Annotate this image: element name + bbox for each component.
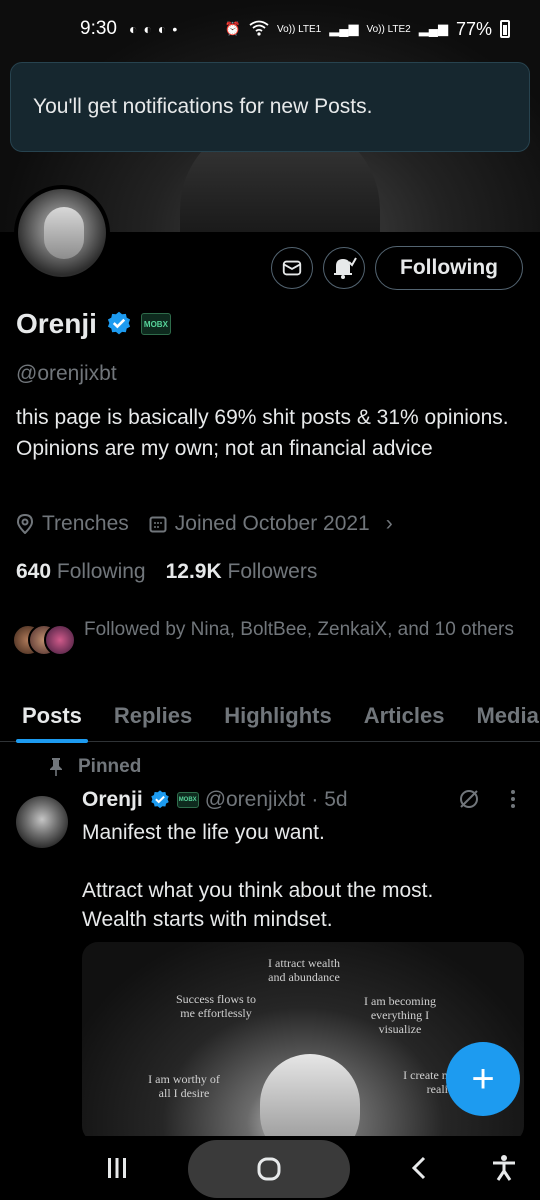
joined-item[interactable]: Joined October 2021 ›	[149, 512, 393, 536]
post-header: Orenji MOBX @orenjixbt · 5d	[82, 788, 348, 812]
profile-handle: @orenjixbt	[16, 362, 117, 385]
profile-name-row: Orenji MOBX	[16, 308, 171, 340]
location-item: Trenches	[16, 512, 129, 536]
verified-badge-icon[interactable]	[105, 310, 133, 338]
battery-percent: 77%	[455, 18, 492, 39]
following-count: 640	[16, 560, 52, 583]
post-author-handle: @orenjixbt	[204, 788, 306, 811]
toast-message: You'll get notifications for new Posts.	[33, 95, 373, 118]
more-options-icon[interactable]	[510, 789, 516, 809]
post-actions	[458, 788, 516, 810]
status-time: 9:30	[80, 18, 117, 39]
recent-apps-icon[interactable]	[106, 1156, 128, 1180]
followed-by-avatars	[12, 624, 78, 658]
post-text-line: Manifest the life you want.	[82, 821, 325, 844]
plus-icon: +	[471, 1056, 495, 1101]
avatar-face	[44, 207, 84, 259]
home-icon	[257, 1157, 281, 1181]
accessibility-icon[interactable]	[490, 1154, 518, 1182]
battery-icon	[500, 20, 510, 38]
post-text: Manifest the life you want. Attract what…	[82, 818, 522, 934]
app-icon: ◐	[143, 21, 152, 37]
system-nav-bar	[0, 1136, 540, 1200]
image-quote-bottom-left: I am worthy of all I desire	[148, 1072, 220, 1100]
app-icon: ◐	[128, 21, 138, 37]
avatar	[44, 624, 76, 656]
post-avatar[interactable]	[16, 796, 68, 848]
followers-count-link[interactable]: 12.9K Followers	[166, 560, 318, 584]
profile-bio: this page is basically 69% shit posts & …	[16, 406, 509, 460]
back-icon[interactable]	[410, 1156, 428, 1180]
profile-meta: Trenches Joined October 2021 ›	[16, 512, 407, 536]
tab-replies[interactable]: Replies	[114, 690, 192, 742]
joined-text: Joined October 2021	[174, 512, 370, 535]
followed-by-text: Followed by Nina, BoltBee, ZenkaiX, and …	[84, 619, 514, 640]
image-quote-left: Success flows to me effortlessly	[176, 992, 256, 1020]
dot-icon: •	[172, 21, 178, 37]
following-count-link[interactable]: 640 Following	[16, 560, 146, 584]
post-image[interactable]: I attract wealth and abundance Success f…	[82, 942, 524, 1142]
message-button[interactable]	[271, 247, 313, 289]
alarm-icon: ⏰	[224, 21, 241, 36]
post-text-line: Wealth starts with mindset.	[82, 908, 333, 931]
profile-avatar[interactable]	[14, 185, 110, 281]
grok-icon[interactable]	[458, 788, 480, 810]
bell-check-icon	[334, 257, 357, 279]
tab-highlights[interactable]: Highlights	[224, 690, 332, 742]
affiliation-badge[interactable]: MOBX	[140, 313, 171, 335]
post-text-line: Attract what you think about the most.	[82, 879, 434, 902]
status-bar: 9:30 ◐ ◐ ◐ • ⏰ Vo)) LTE1 ▂▄▆ Vo)) LTE2 ▂…	[0, 0, 540, 58]
calendar-icon	[149, 516, 167, 533]
image-quote-right: I am becoming everything I visualize	[364, 994, 436, 1036]
verified-badge-icon	[150, 790, 169, 809]
followed-by-row[interactable]: Followed by Nina, BoltBee, ZenkaiX, and …	[12, 616, 524, 658]
tab-articles[interactable]: Articles	[364, 690, 445, 742]
compose-post-button[interactable]: +	[446, 1042, 520, 1116]
signal-icon: ▂▄▆	[329, 21, 359, 36]
app-icon: ◐	[157, 21, 167, 37]
notification-toast: You'll get notifications for new Posts.	[10, 62, 530, 152]
wifi-icon	[249, 20, 269, 39]
tab-media[interactable]: Media	[476, 690, 538, 742]
location-pin-icon	[16, 514, 34, 534]
pinned-label: Pinned	[78, 756, 142, 777]
profile-tabs: Posts Replies Highlights Articles Media	[0, 690, 540, 743]
post-time: · 5d	[311, 788, 348, 811]
image-quote-top: I attract wealth and abundance	[268, 956, 340, 984]
mail-icon	[282, 260, 302, 276]
follow-counts: 640 Following 12.9K Followers	[16, 560, 317, 584]
post-author-name[interactable]: Orenji	[82, 788, 143, 812]
followers-label: Followers	[227, 560, 318, 583]
image-figure	[260, 1054, 360, 1142]
chevron-right-icon: ›	[385, 512, 393, 535]
affiliation-badge: MOBX	[176, 792, 199, 808]
notifications-button[interactable]	[323, 247, 365, 289]
tab-posts[interactable]: Posts	[16, 690, 88, 743]
signal-icon: ▂▄▆	[418, 21, 448, 36]
following-button[interactable]: Following	[375, 246, 523, 290]
home-button[interactable]	[188, 1140, 350, 1198]
following-label: Following	[56, 560, 146, 583]
pin-icon	[50, 758, 62, 776]
pinned-indicator: Pinned	[48, 756, 141, 778]
sim1-signal: Vo)) LTE1	[276, 23, 322, 35]
followers-count: 12.9K	[165, 560, 222, 583]
notification-icons: ◐ ◐ ◐ •	[129, 21, 177, 37]
sim2-signal: Vo)) LTE2	[366, 23, 411, 35]
location-text: Trenches	[42, 512, 129, 535]
profile-name: Orenji	[16, 308, 97, 339]
